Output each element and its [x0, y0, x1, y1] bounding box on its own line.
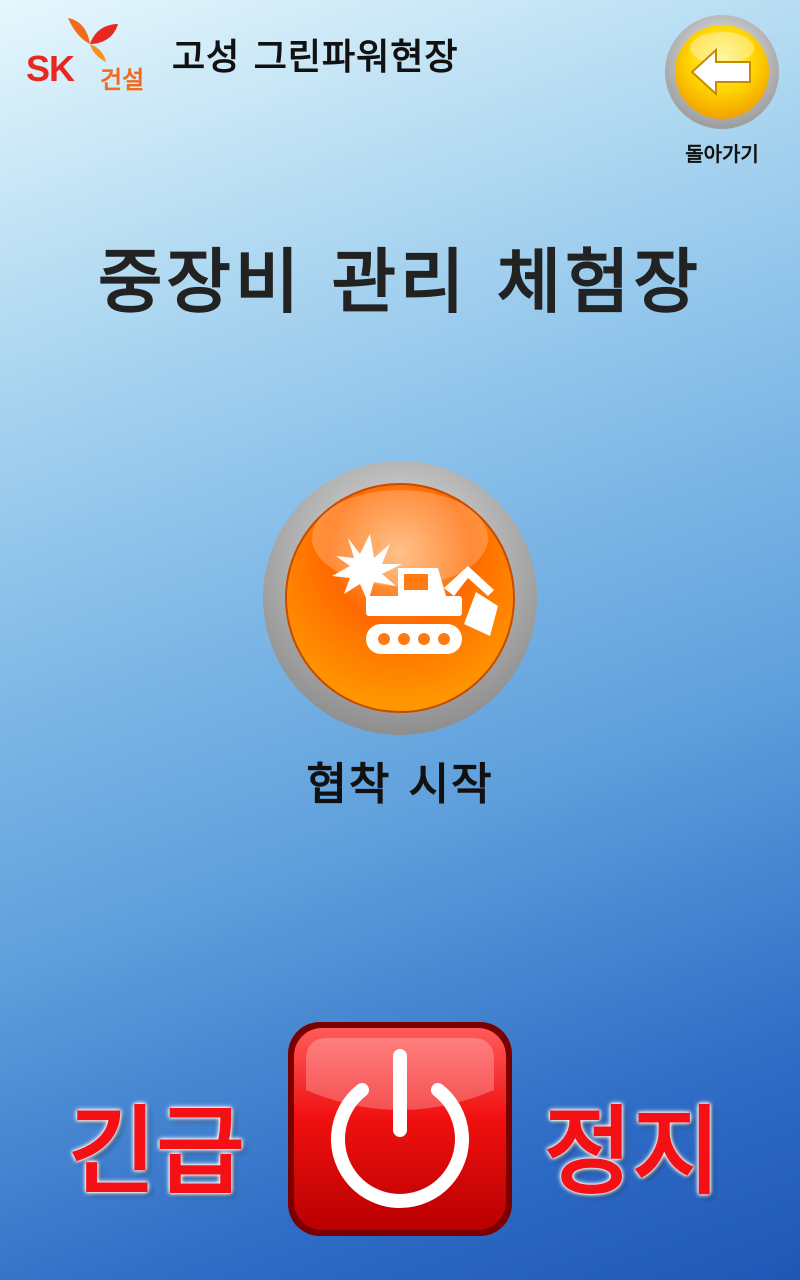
excavator-collision-icon: [263, 461, 537, 735]
collision-start-label: 협착 시작: [306, 759, 494, 810]
collision-start-button[interactable]: [262, 460, 538, 736]
logo-subtext: 건설: [100, 66, 145, 94]
page-title: 중장비 관리 체험장: [98, 241, 702, 323]
emergency-label-right: 정지: [544, 1096, 721, 1208]
power-icon: [288, 1022, 512, 1236]
emergency-label-left: 긴급: [68, 1096, 245, 1208]
site-title: 고성 그린파워현장: [172, 37, 459, 78]
logo-text: SK: [26, 48, 75, 89]
sk-logo: SK 건설: [26, 14, 156, 94]
back-label: 돌아가기: [685, 142, 759, 166]
back-button[interactable]: [664, 14, 780, 130]
arrow-left-icon: [665, 15, 779, 129]
emergency-stop-button[interactable]: [286, 1020, 514, 1238]
